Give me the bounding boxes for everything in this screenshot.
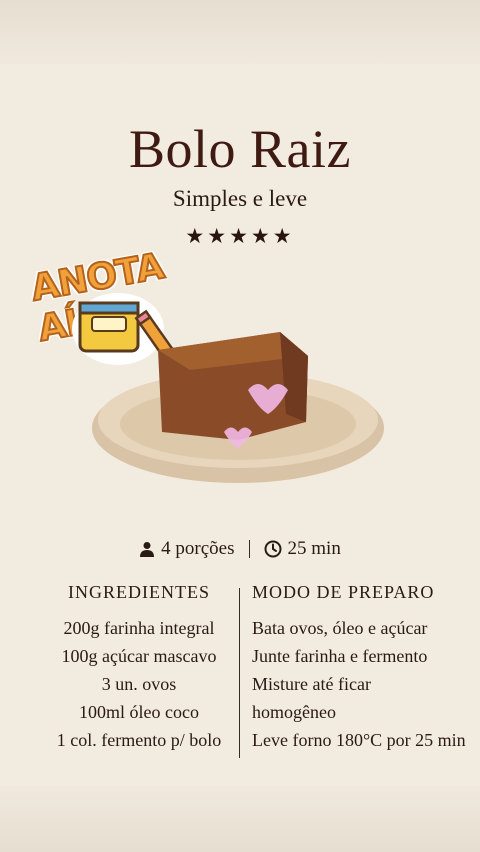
recipe-page: Bolo Raiz Simples e leve ★★★★★ ANOTA AÍ [0,0,480,852]
recipe-columns: INGREDIENTES 200g farinha integral 100g … [0,580,480,760]
recipe-title: Bolo Raiz [129,119,351,179]
time-text: 25 min [287,538,341,559]
steps-header: MODO DE PREPARO [252,582,435,602]
step-item: Misture até ficar [252,674,371,694]
cake-photo [92,332,384,483]
ingredient-item: 1 col. fermento p/ bolo [56,730,222,750]
clock-icon [264,540,282,558]
recipe-meta: 4 porções 25 min [0,538,480,560]
servings: 4 porções [139,538,235,560]
ingredients-column: INGREDIENTES 200g farinha integral 100g … [38,580,240,754]
servings-text: 4 porções [161,538,235,559]
step-item: Bata ovos, óleo e açúcar [252,618,428,638]
ingredients-header: INGREDIENTES [68,582,210,602]
recipe-subtitle: Simples e leve [172,186,308,211]
step-item: homogêneo [252,702,336,722]
ingredient-item: 100ml óleo coco [79,702,199,722]
meta-divider [248,540,250,558]
steps-column: MODO DE PREPARO Bata ovos, óleo e açúcar… [252,580,480,754]
column-divider [239,588,240,758]
person-icon [140,542,155,557]
step-item: Junte farinha e fermento [252,646,428,666]
ingredient-item: 200g farinha integral [63,618,215,638]
step-item: Leve forno 180°C por 25 min [252,730,466,750]
prep-time: 25 min [264,538,341,560]
ingredient-item: 3 un. ovos [101,674,177,694]
ingredient-item: 100g açúcar mascavo [61,646,217,666]
